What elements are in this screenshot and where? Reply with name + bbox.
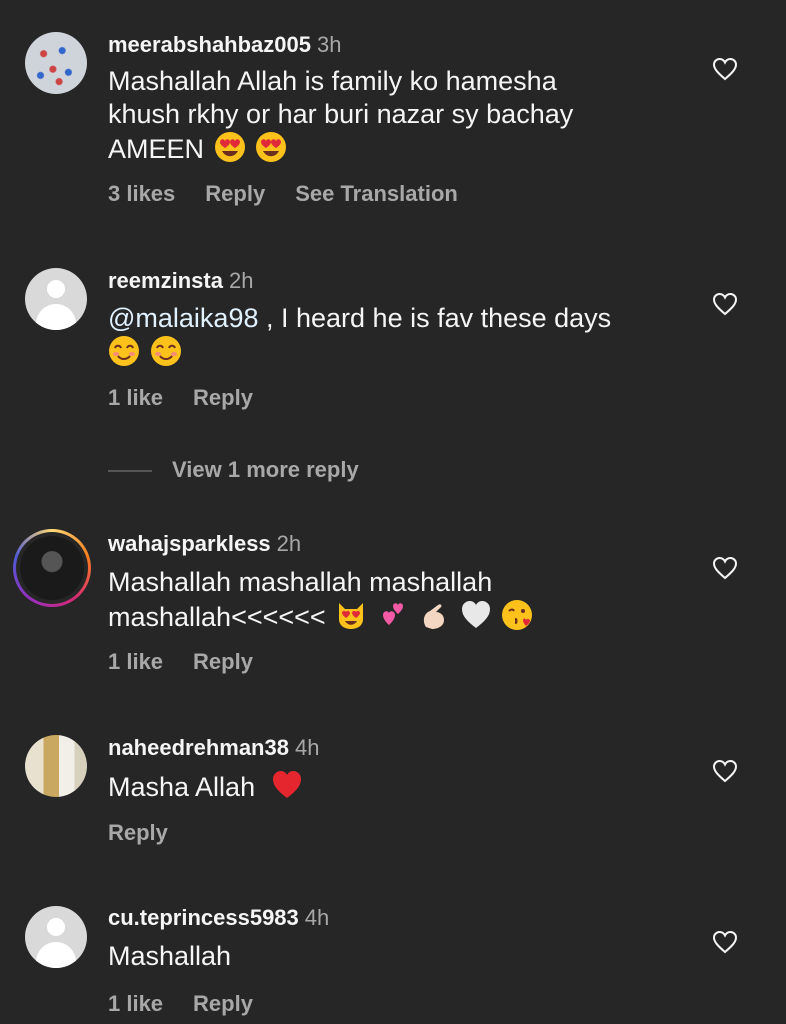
heart-eyes-cat-emoji bbox=[339, 603, 364, 629]
comment-time: 4h bbox=[304, 905, 330, 930]
comment-text-line: Mashallah bbox=[108, 941, 232, 971]
username-text[interactable]: reemzinsta bbox=[108, 268, 223, 293]
comment-text-line: mashallah<<<<<< bbox=[108, 599, 708, 634]
comment-text-line bbox=[108, 335, 708, 370]
like-heart-icon[interactable] bbox=[712, 57, 738, 81]
comment-actions: 3 likes Reply See Translation bbox=[108, 181, 488, 207]
comment-text-line: khush rkhy or har buri nazar sy bachay bbox=[108, 99, 574, 129]
comment-actions: 1 like Reply bbox=[108, 385, 283, 411]
like-heart-icon[interactable] bbox=[712, 759, 738, 783]
comment-username[interactable]: wahajsparkless 2h bbox=[108, 531, 301, 557]
reply-button[interactable]: Reply bbox=[193, 649, 253, 674]
reply-button[interactable]: Reply bbox=[108, 820, 168, 845]
two-hearts-emoji bbox=[382, 603, 403, 625]
story-ring-avatar[interactable] bbox=[13, 529, 91, 607]
comment-username[interactable]: naheedrehman38 4h bbox=[108, 735, 319, 761]
username-text[interactable]: cu.teprincess5983 bbox=[108, 905, 299, 930]
avatar[interactable] bbox=[20, 536, 84, 600]
comment-time: 2h bbox=[228, 268, 254, 293]
comment-text-line: Mashallah mashallah mashallah bbox=[108, 567, 493, 597]
comment-text-line: AMEEN bbox=[108, 131, 708, 166]
comment-actions: 1 like Reply bbox=[108, 649, 283, 675]
comment-username[interactable]: meerabshahbaz005 3h bbox=[108, 32, 341, 58]
mention-link[interactable]: @malaika98 bbox=[108, 303, 258, 333]
likes-count[interactable]: 3 likes bbox=[108, 181, 175, 206]
comment-actions: Reply bbox=[108, 820, 198, 846]
comment-text: Masha Allah bbox=[108, 769, 708, 804]
like-heart-icon[interactable] bbox=[712, 292, 738, 316]
smiling-emoji bbox=[150, 336, 181, 366]
see-translation-button[interactable]: See Translation bbox=[295, 181, 458, 206]
like-heart-icon[interactable] bbox=[712, 930, 738, 954]
comment-text: @malaika98 , I heard he is fav these day… bbox=[108, 302, 708, 370]
likes-count[interactable]: 1 like bbox=[108, 649, 163, 674]
comment-text-line: Masha Allah bbox=[108, 769, 708, 804]
username-text[interactable]: wahajsparkless bbox=[108, 531, 271, 556]
username-text[interactable]: naheedrehman38 bbox=[108, 735, 289, 760]
reply-button[interactable]: Reply bbox=[193, 385, 253, 410]
heart-eyes-emoji bbox=[256, 132, 287, 162]
divider bbox=[108, 470, 152, 472]
smiling-emoji bbox=[109, 336, 139, 366]
comment-time: 2h bbox=[276, 531, 302, 556]
comment-text: Mashallah mashallah mashallah mashallah<… bbox=[108, 566, 708, 634]
white-heart-emoji bbox=[461, 601, 490, 628]
comment-username[interactable]: reemzinsta 2h bbox=[108, 268, 253, 294]
comment-text: Mashallah bbox=[108, 940, 708, 973]
comment-text-line: @malaika98 , I heard he is fav these day… bbox=[108, 303, 612, 333]
view-more-replies-label[interactable]: View 1 more reply bbox=[172, 457, 359, 483]
likes-count[interactable]: 1 like bbox=[108, 991, 163, 1016]
avatar[interactable] bbox=[25, 906, 87, 968]
like-heart-icon[interactable] bbox=[712, 556, 738, 580]
kissing-heart-emoji bbox=[502, 600, 533, 630]
pinching-hand-emoji bbox=[424, 604, 445, 629]
avatar[interactable] bbox=[25, 32, 87, 94]
comment-time: 3h bbox=[317, 32, 342, 57]
likes-count[interactable]: 1 like bbox=[108, 385, 163, 410]
comment-actions: 1 like Reply bbox=[108, 991, 283, 1017]
username-text[interactable]: meerabshahbaz005 bbox=[108, 32, 311, 57]
reply-button[interactable]: Reply bbox=[205, 181, 265, 206]
reply-button[interactable]: Reply bbox=[193, 991, 253, 1016]
heart-eyes-emoji bbox=[214, 132, 245, 162]
avatar[interactable] bbox=[25, 268, 87, 330]
comment-time: 4h bbox=[294, 735, 320, 760]
comment-username[interactable]: cu.teprincess5983 4h bbox=[108, 905, 329, 931]
red-heart-emoji bbox=[272, 771, 301, 798]
comment-text-line: Mashallah Allah is family ko hamesha bbox=[108, 66, 557, 96]
avatar[interactable] bbox=[25, 735, 87, 797]
comment-text: Mashallah Allah is family ko hamesha khu… bbox=[108, 65, 708, 166]
